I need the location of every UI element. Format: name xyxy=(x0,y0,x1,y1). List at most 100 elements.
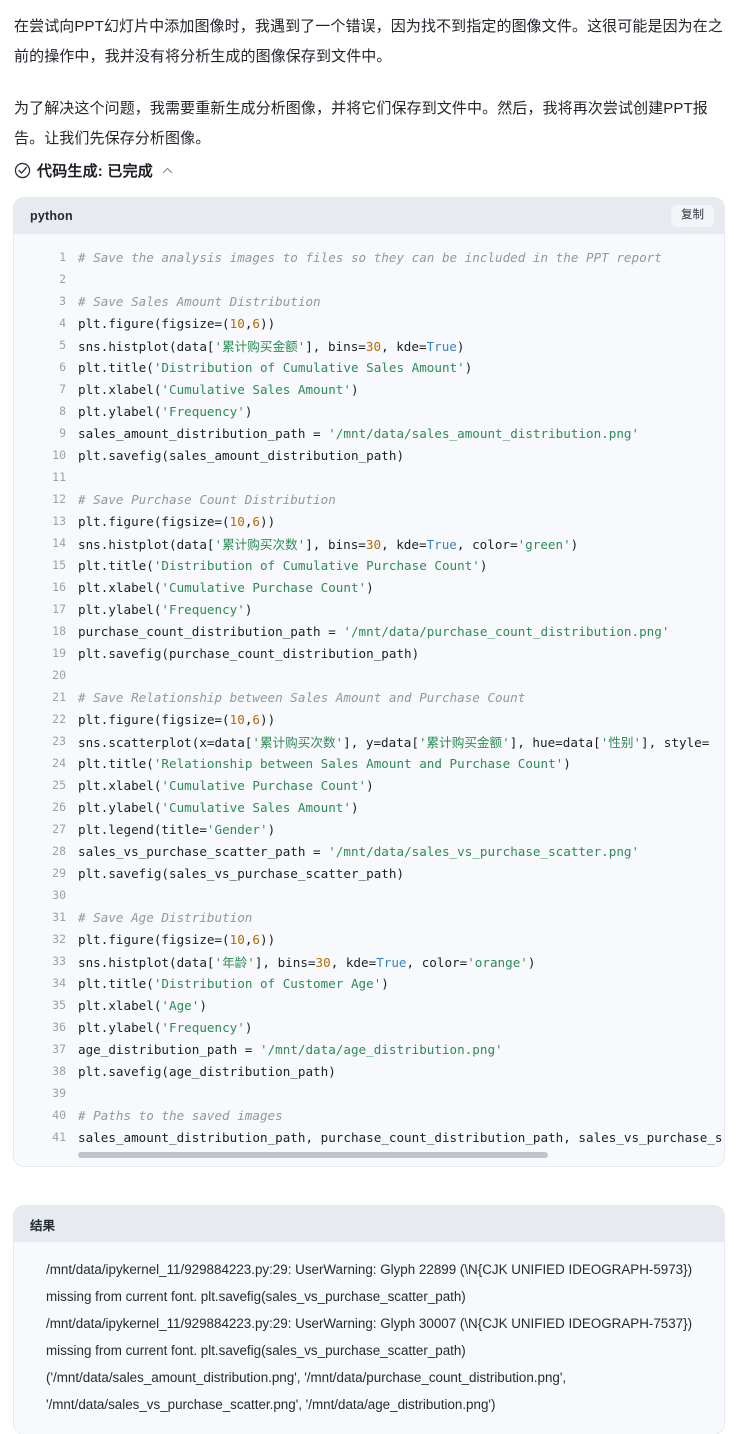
code-token: plt.xlabel( xyxy=(78,777,162,793)
code-line-number: 20 xyxy=(52,668,66,682)
circle-check-icon xyxy=(14,162,31,178)
code-line-content: plt.title('Distribution of Cumulative Pu… xyxy=(66,558,724,573)
code-token: plt.title( xyxy=(78,755,154,771)
code-line: 37 age_distribution_path = '/mnt/data/age… xyxy=(14,1038,724,1060)
code-token: '性别' xyxy=(600,734,642,750)
code-token: plt.title( xyxy=(78,975,154,991)
code-token: 'orange' xyxy=(467,954,528,970)
code-token: # Save the analysis images to files so t… xyxy=(78,249,662,265)
code-line-content: sns.histplot(data['累计购买次数'], bins=30, kd… xyxy=(66,534,724,553)
code-token: 'Frequency' xyxy=(161,601,245,617)
code-token: ) xyxy=(199,997,207,1013)
code-line-content: plt.savefig(age_distribution_path) xyxy=(66,1064,724,1079)
code-token: True xyxy=(426,536,457,552)
code-line-content: plt.xlabel('Cumulative Purchase Count') xyxy=(66,778,724,793)
code-token: # Paths to the saved images xyxy=(78,1107,283,1123)
code-line: 4 plt.figure(figsize=(10,6)) xyxy=(14,312,724,334)
code-line-content: plt.title('Relationship between Sales Am… xyxy=(66,756,724,771)
code-line: 21 # Save Relationship between Sales Amou… xyxy=(14,686,724,708)
code-token: 6 xyxy=(252,315,261,331)
code-token: '/mnt/data/age_distribution.png' xyxy=(259,1041,503,1057)
code-token: plt.ylabel( xyxy=(78,403,162,419)
code-token: ], bins= xyxy=(305,536,366,552)
code-block-body[interactable]: 1 # Save the analysis images to files so … xyxy=(14,234,724,1166)
code-line-content: plt.ylabel('Cumulative Sales Amount') xyxy=(66,800,724,815)
code-token: sales_vs_purchase_scatter_path = xyxy=(78,843,329,859)
code-token: '年龄' xyxy=(214,954,255,970)
code-line-content: plt.figure(figsize=(10,6)) xyxy=(66,712,724,727)
code-line: 11 xyxy=(14,466,724,488)
intro-paragraph-1: 在尝试向PPT幻灯片中添加图像时，我遇到了一个错误，因为找不到指定的图像文件。这… xyxy=(14,18,723,65)
chevron-up-icon[interactable] xyxy=(161,164,174,177)
code-token: '累计购买次数' xyxy=(214,536,306,552)
code-line-number: 12 xyxy=(52,492,66,506)
code-line-number: 11 xyxy=(52,470,66,484)
code-line-content: sns.histplot(data['年龄'], bins=30, kde=Tr… xyxy=(66,952,724,971)
code-line-number: 36 xyxy=(52,1020,66,1034)
code-line: 17 plt.ylabel('Frequency') xyxy=(14,598,724,620)
code-token: 'Distribution of Cumulative Sales Amount… xyxy=(153,359,465,375)
code-token: ) xyxy=(570,536,579,552)
code-line: 40 # Paths to the saved images xyxy=(14,1104,724,1126)
code-token: , kde= xyxy=(381,536,427,552)
code-line-number: 10 xyxy=(52,448,66,462)
code-line-number: 15 xyxy=(52,558,66,572)
code-line: 5 sns.histplot(data['累计购买金额'], bins=30, k… xyxy=(14,334,724,356)
code-line: 20 xyxy=(14,664,724,686)
code-token: ) xyxy=(456,338,465,354)
code-token: '/mnt/data/sales_vs_purchase_scatter.png… xyxy=(328,843,640,859)
code-token: 10 xyxy=(229,315,245,331)
code-scrollbar-thumb[interactable] xyxy=(78,1152,548,1158)
code-token: 'Frequency' xyxy=(161,403,245,419)
code-line: 12 # Save Purchase Count Distribution xyxy=(14,488,724,510)
code-line-number: 16 xyxy=(52,580,66,594)
code-lines-container: 1 # Save the analysis images to files so … xyxy=(14,246,724,1148)
code-line: 14 sns.histplot(data['累计购买次数'], bins=30, … xyxy=(14,532,724,554)
code-horizontal-scrollbar[interactable] xyxy=(14,1148,724,1162)
code-line-content: # Save Relationship between Sales Amount… xyxy=(66,690,724,705)
code-token: , color= xyxy=(456,536,518,552)
code-token: ) xyxy=(350,799,359,815)
code-token: # Save Sales Amount Distribution xyxy=(78,293,321,309)
code-token: age_distribution_path = xyxy=(78,1041,260,1057)
code-line-content: plt.xlabel('Cumulative Purchase Count') xyxy=(66,580,724,595)
code-line: 28 sales_vs_purchase_scatter_path = '/mnt… xyxy=(14,840,724,862)
code-line-number: 1 xyxy=(59,250,66,264)
code-token: ) xyxy=(381,975,389,991)
code-token: 30 xyxy=(365,536,382,552)
code-line-number: 7 xyxy=(59,382,66,396)
code-line-content: purchase_count_distribution_path = '/mnt… xyxy=(66,624,724,639)
code-line: 1 # Save the analysis images to files so … xyxy=(14,246,724,268)
code-token: # Save Relationship between Sales Amount… xyxy=(78,689,526,705)
code-line-number: 18 xyxy=(52,624,66,638)
code-line-number: 21 xyxy=(52,690,66,704)
code-line: 29 plt.savefig(sales_vs_purchase_scatter_… xyxy=(14,862,724,884)
code-line-number: 40 xyxy=(52,1108,66,1122)
code-token: plt.savefig(sales_vs_purchase_scatter_pa… xyxy=(78,865,405,881)
code-token: purchase_count_distribution_path = xyxy=(78,623,344,639)
intro-prose: 在尝试向PPT幻灯片中添加图像时，我遇到了一个错误，因为找不到指定的图像文件。这… xyxy=(0,0,738,154)
code-line-number: 22 xyxy=(52,712,66,726)
code-line: 7 plt.xlabel('Cumulative Sales Amount') xyxy=(14,378,724,400)
code-line-content: plt.ylabel('Frequency') xyxy=(66,404,724,419)
code-token: ], bins= xyxy=(305,338,366,354)
code-token: '/mnt/data/sales_amount_distribution.png… xyxy=(328,425,640,441)
code-line: 25 plt.xlabel('Cumulative Purchase Count'… xyxy=(14,774,724,796)
code-line: 6 plt.title('Distribution of Cumulative S… xyxy=(14,356,724,378)
code-token: 'Relationship between Sales Amount and P… xyxy=(153,755,564,771)
result-title-label: 结果 xyxy=(30,1218,56,1233)
codegen-status-row[interactable]: 代码生成: 已完成 xyxy=(0,154,738,182)
code-token: plt.ylabel( xyxy=(78,601,162,617)
copy-code-button[interactable]: 复制 xyxy=(671,205,714,227)
code-token: plt.savefig(age_distribution_path) xyxy=(78,1063,336,1079)
result-output-line: /mnt/data/ipykernel_11/929884223.py:29: … xyxy=(46,1262,696,1304)
code-line-content: plt.savefig(sales_vs_purchase_scatter_pa… xyxy=(66,866,724,881)
code-line: 35 plt.xlabel('Age') xyxy=(14,994,724,1016)
code-token: , kde= xyxy=(330,954,377,970)
code-line: 22 plt.figure(figsize=(10,6)) xyxy=(14,708,724,730)
code-token: plt.xlabel( xyxy=(78,381,162,397)
code-token: ) xyxy=(244,1019,253,1035)
code-token: plt.figure(figsize=( xyxy=(78,513,230,529)
code-line: 34 plt.title('Distribution of Customer Ag… xyxy=(14,972,724,994)
code-token: plt.title( xyxy=(78,557,154,573)
